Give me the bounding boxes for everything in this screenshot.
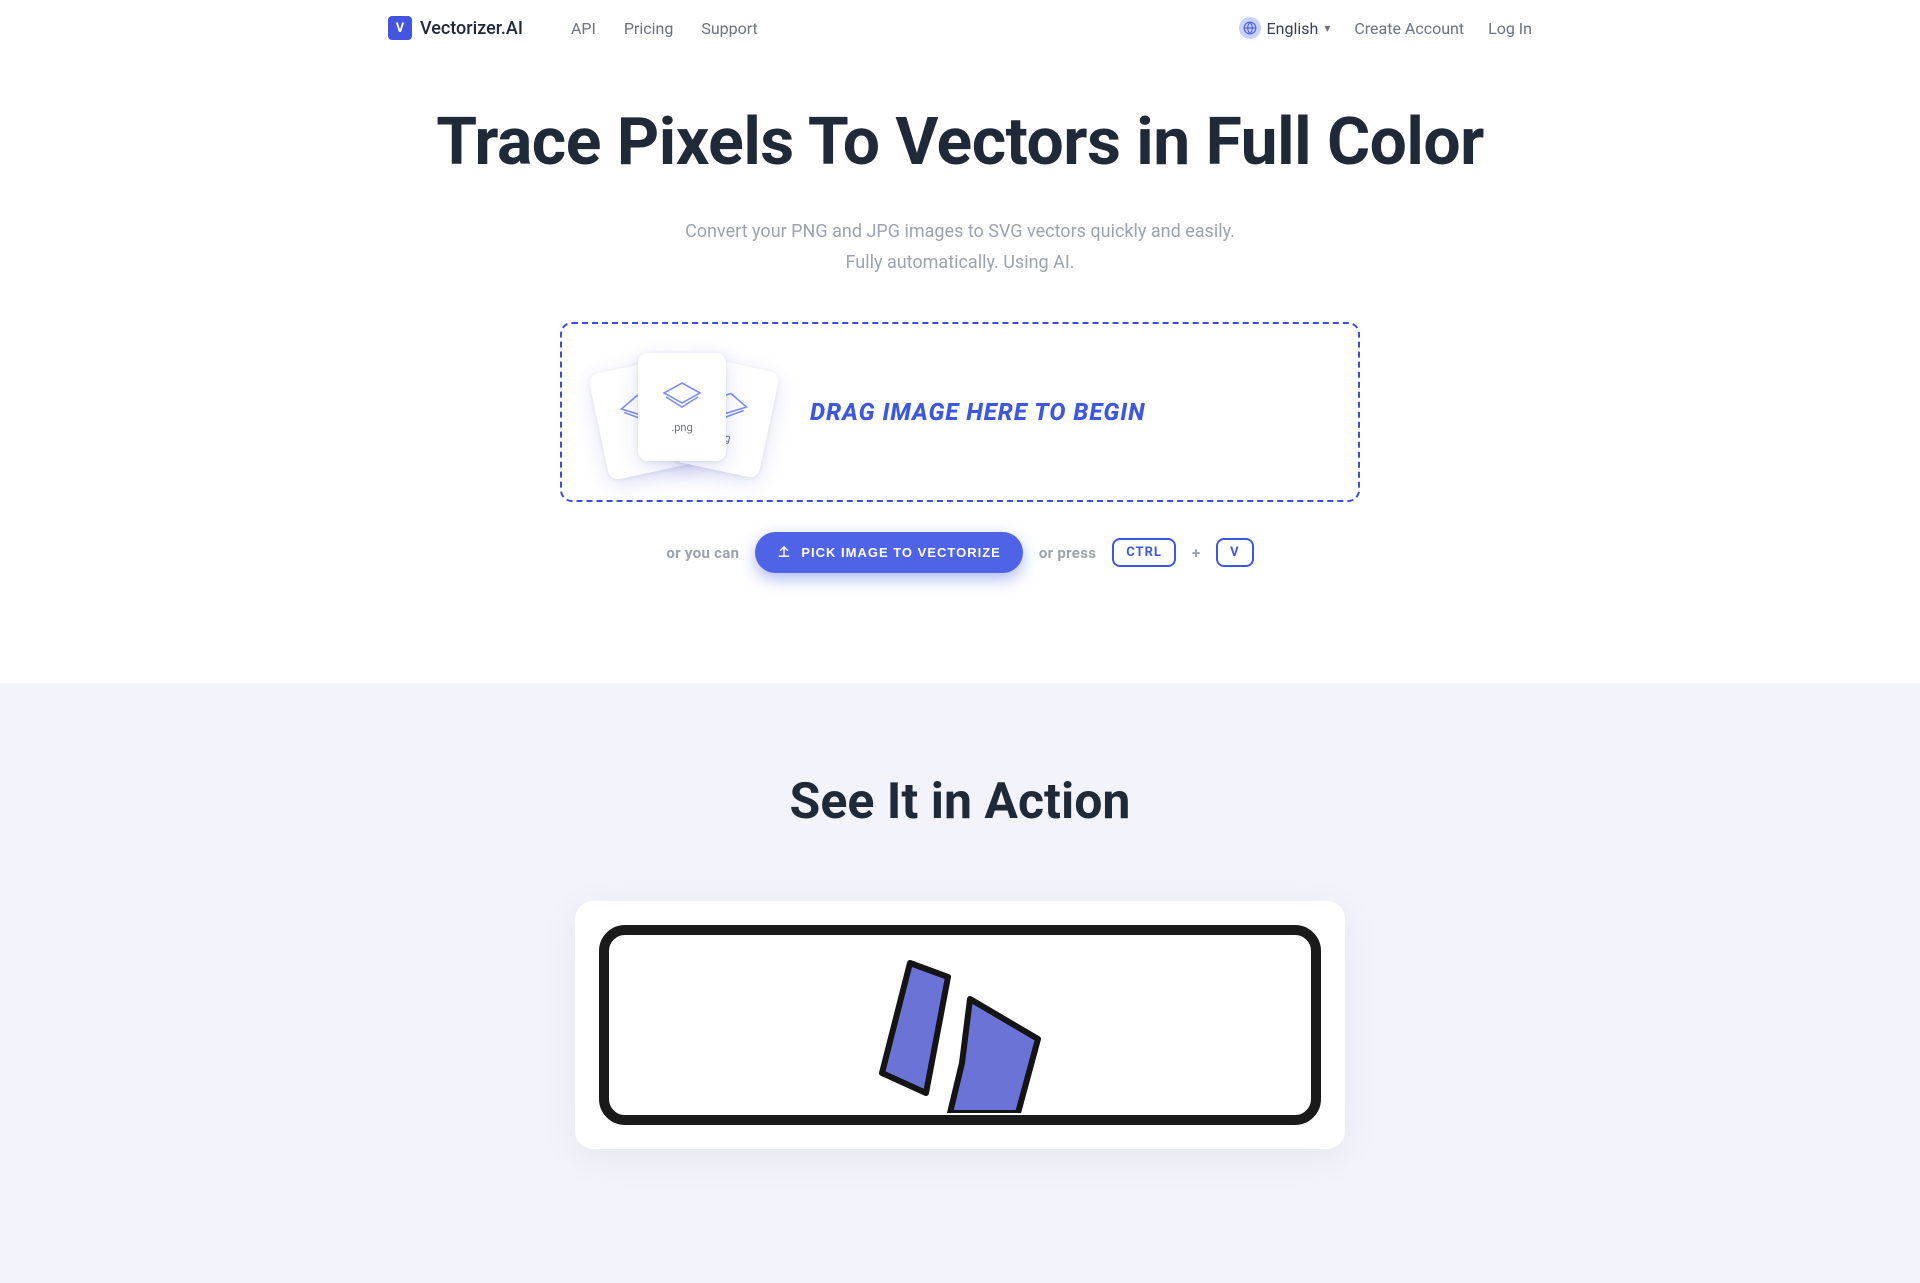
nav-pricing[interactable]: Pricing xyxy=(624,19,674,38)
globe-icon xyxy=(1239,17,1261,39)
nav-create-account[interactable]: Create Account xyxy=(1354,19,1464,38)
file-ext-png: .png xyxy=(671,421,692,434)
kbd-plus: + xyxy=(1192,544,1200,562)
chevron-down-icon: ▾ xyxy=(1324,21,1330,35)
pick-row: or you can PICK IMAGE TO VECTORIZE or pr… xyxy=(0,532,1920,573)
drop-zone[interactable]: .gif .jpg .png DRAG IMAGE HERE TO BEGIN xyxy=(560,322,1360,502)
or-you-can-label: or you can xyxy=(666,544,739,562)
file-type-illustration: .gif .jpg .png xyxy=(590,347,770,477)
upload-icon xyxy=(777,544,791,561)
preview-frame xyxy=(575,901,1345,1149)
brand[interactable]: V Vectorizer.AI xyxy=(388,16,523,40)
file-card-png: .png xyxy=(638,353,726,461)
language-label: English xyxy=(1267,19,1319,38)
pick-image-button-label: PICK IMAGE TO VECTORIZE xyxy=(801,545,1000,560)
or-press-label: or press xyxy=(1039,544,1096,562)
brand-name: Vectorizer.AI xyxy=(420,18,523,39)
brand-logo-letter: V xyxy=(396,21,405,36)
section2-title: See It in Action xyxy=(0,773,1920,831)
header: V Vectorizer.AI API Pricing Support Engl… xyxy=(340,0,1580,56)
hero: Trace Pixels To Vectors in Full Color Co… xyxy=(0,56,1920,573)
kbd-ctrl: CTRL xyxy=(1112,538,1176,567)
hero-subtitle-line1: Convert your PNG and JPG images to SVG v… xyxy=(0,217,1920,248)
nav-primary: API Pricing Support xyxy=(571,19,758,38)
language-selector[interactable]: English ▾ xyxy=(1239,17,1331,39)
hero-subtitle-line2: Fully automatically. Using AI. xyxy=(0,248,1920,279)
nav-api[interactable]: API xyxy=(571,19,596,38)
preview-inner xyxy=(599,925,1321,1125)
drop-zone-text: DRAG IMAGE HERE TO BEGIN xyxy=(810,398,1146,426)
layers-icon xyxy=(660,381,704,411)
brand-logo-icon: V xyxy=(388,16,412,40)
pick-image-button[interactable]: PICK IMAGE TO VECTORIZE xyxy=(755,532,1022,573)
nav-log-in[interactable]: Log In xyxy=(1488,19,1532,38)
nav-secondary: English ▾ Create Account Log In xyxy=(1239,17,1532,39)
preview-vector-shape-icon xyxy=(830,953,1090,1113)
kbd-v: V xyxy=(1216,538,1254,567)
hero-title: Trace Pixels To Vectors in Full Color xyxy=(0,104,1920,181)
see-it-in-action-section: See It in Action xyxy=(0,683,1920,1283)
nav-support[interactable]: Support xyxy=(701,19,757,38)
